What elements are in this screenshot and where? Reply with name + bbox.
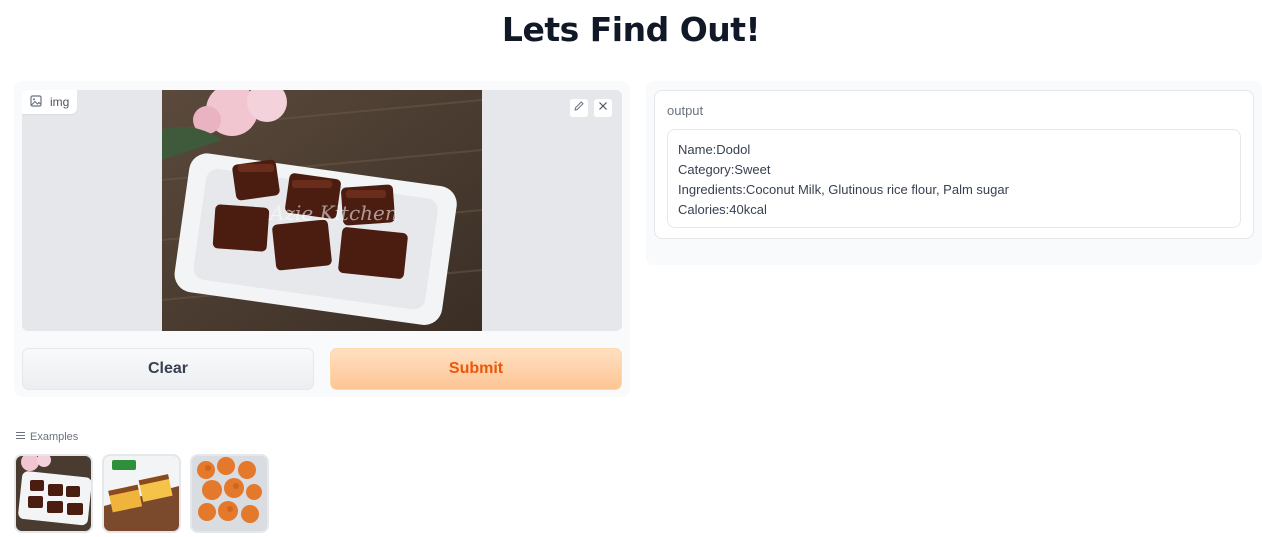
input-panel: img Azie Kitchen Clear Submit (14, 81, 630, 397)
example-thumbnail-cucur[interactable] (190, 454, 269, 533)
image-upload-area[interactable]: img Azie Kitchen (22, 90, 622, 331)
photo-watermark: Azie Kitchen (268, 201, 398, 225)
examples-label: Examples (30, 431, 79, 443)
examples-header: Examples (16, 431, 78, 443)
output-line-name: Name:Dodol (678, 142, 751, 157)
output-textbox[interactable]: Name:Dodol Category:Sweet Ingredients:Co… (667, 129, 1241, 228)
output-line-calories: Calories:40kcal (678, 202, 767, 217)
example-thumbnail-kuih[interactable] (102, 454, 181, 533)
output-line-ingredients: Ingredients:Coconut Milk, Glutinous rice… (678, 182, 1009, 197)
submit-button[interactable]: Submit (330, 348, 622, 390)
edit-image-button[interactable] (569, 98, 589, 118)
image-icon (30, 94, 42, 110)
image-component-label: img (22, 90, 78, 114)
page-title: Lets Find Out! (501, 10, 761, 49)
close-icon (597, 99, 609, 117)
uploaded-image: Azie Kitchen (162, 90, 482, 331)
example-thumbnail-dodol[interactable] (14, 454, 93, 533)
list-icon (16, 431, 25, 443)
clear-button[interactable]: Clear (22, 348, 314, 390)
output-component: output Name:Dodol Category:Sweet Ingredi… (654, 90, 1254, 239)
pencil-icon (573, 99, 585, 117)
output-panel: output Name:Dodol Category:Sweet Ingredi… (646, 81, 1262, 265)
image-label-text: img (50, 95, 70, 109)
output-line-category: Category:Sweet (678, 162, 771, 177)
remove-image-button[interactable] (593, 98, 613, 118)
output-label: output (667, 103, 704, 118)
